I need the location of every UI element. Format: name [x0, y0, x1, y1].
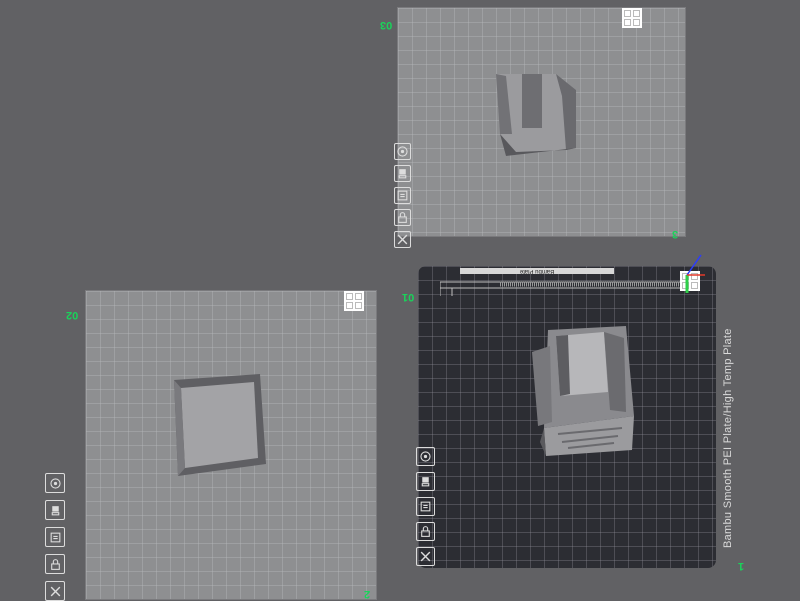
plate-02-corner-label: 2	[364, 588, 371, 600]
orient-icon[interactable]	[394, 143, 411, 160]
plate-settings-icon[interactable]	[394, 187, 411, 204]
lock-icon[interactable]	[416, 522, 435, 541]
plate-rail	[440, 281, 690, 296]
plate-top-strip: Bambu Plate	[460, 268, 614, 274]
plate-01-number: 01	[402, 291, 415, 303]
plate-03-arrange-grid-button[interactable]	[622, 8, 642, 28]
plate-01-corner-label: 1	[738, 560, 745, 572]
plate-settings-icon[interactable]	[416, 497, 435, 516]
plate-02-arrange-grid-button[interactable]	[344, 291, 364, 311]
lock-icon[interactable]	[394, 209, 411, 226]
plate-03-number: 03	[380, 19, 393, 31]
auto-arrange-icon[interactable]	[416, 472, 435, 491]
box-model[interactable]	[528, 322, 640, 460]
orient-icon[interactable]	[45, 473, 65, 493]
plate-03-corner-label: 3	[672, 228, 679, 240]
tray-model[interactable]	[170, 372, 270, 480]
delete-plate-icon[interactable]	[45, 581, 65, 601]
orient-icon[interactable]	[416, 447, 435, 466]
delete-plate-icon[interactable]	[394, 231, 411, 248]
auto-arrange-icon[interactable]	[45, 500, 65, 520]
axis-gizmo	[685, 254, 705, 293]
auto-arrange-icon[interactable]	[394, 165, 411, 182]
plate-settings-icon[interactable]	[45, 527, 65, 547]
delete-plate-icon[interactable]	[416, 547, 435, 566]
lock-icon[interactable]	[45, 554, 65, 574]
bed-type-label: Bambu Smooth PEI Plate/High Temp Plate	[722, 328, 734, 548]
holder-model[interactable]	[492, 68, 584, 160]
plate-02-number: 02	[66, 309, 79, 321]
